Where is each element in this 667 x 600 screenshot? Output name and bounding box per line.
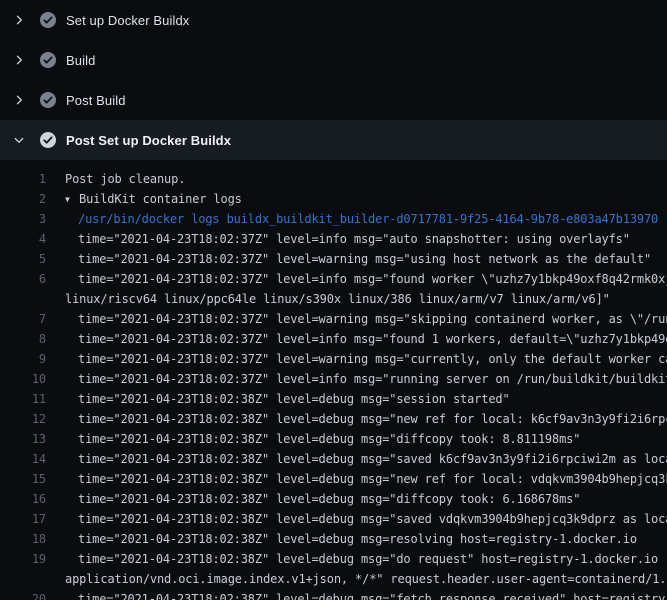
log-line-number[interactable]: 20 — [0, 592, 46, 600]
log-line: 4 time="2021-04-23T18:02:37Z" level=info… — [0, 229, 667, 249]
steps-list: Set up Docker Buildx Build Post Build Po… — [0, 0, 667, 160]
log-line: 9 time="2021-04-23T18:02:37Z" level=warn… — [0, 349, 667, 369]
log-line-text: time="2021-04-23T18:02:38Z" level=debug … — [46, 472, 667, 486]
check-circle-icon — [39, 51, 57, 69]
log-line-text: ▼BuildKit container logs — [46, 192, 242, 206]
log-line-text: linux/riscv64 linux/ppc64le linux/s390x … — [46, 292, 610, 306]
log-line-number[interactable]: 13 — [0, 432, 46, 446]
check-circle-icon — [39, 11, 57, 29]
log-line-text: application/vnd.oci.image.index.v1+json,… — [46, 572, 667, 586]
log-line: 15 time="2021-04-23T18:02:38Z" level=deb… — [0, 469, 667, 489]
chevron-right-icon[interactable] — [13, 14, 25, 26]
step-row[interactable]: Post Set up Docker Buildx — [0, 120, 667, 160]
log-line-text: time="2021-04-23T18:02:38Z" level=debug … — [46, 392, 510, 406]
log-line-text: time="2021-04-23T18:02:38Z" level=debug … — [46, 432, 580, 446]
log-line-text: time="2021-04-23T18:02:38Z" level=debug … — [46, 552, 667, 566]
step-title: Set up Docker Buildx — [66, 13, 189, 28]
step-row[interactable]: Build — [0, 40, 667, 80]
log-line-number[interactable]: 9 — [0, 352, 46, 366]
check-circle-icon — [39, 91, 57, 109]
log-line-text: time="2021-04-23T18:02:38Z" level=debug … — [46, 492, 580, 506]
log-line: 17 time="2021-04-23T18:02:38Z" level=deb… — [0, 509, 667, 529]
log-line: linux/riscv64 linux/ppc64le linux/s390x … — [0, 289, 667, 309]
check-circle-icon — [39, 131, 57, 149]
step-title: Post Set up Docker Buildx — [66, 133, 231, 148]
log-line-number[interactable]: 19 — [0, 552, 46, 566]
log-line: 7 time="2021-04-23T18:02:37Z" level=warn… — [0, 309, 667, 329]
log-line: application/vnd.oci.image.index.v1+json,… — [0, 569, 667, 589]
log-line-text: time="2021-04-23T18:02:37Z" level=warnin… — [46, 252, 651, 266]
log-line-text: time="2021-04-23T18:02:38Z" level=debug … — [46, 412, 667, 426]
log-line-text: time="2021-04-23T18:02:37Z" level=info m… — [46, 332, 667, 346]
log-line-number[interactable]: 17 — [0, 512, 46, 526]
log-line: 18 time="2021-04-23T18:02:38Z" level=deb… — [0, 529, 667, 549]
log-line-number[interactable]: 14 — [0, 452, 46, 466]
log-line: 20 time="2021-04-23T18:02:38Z" level=deb… — [0, 589, 667, 600]
log-line-number[interactable]: 2 — [0, 192, 46, 206]
log-line-number[interactable]: 10 — [0, 372, 46, 386]
log-line: 14 time="2021-04-23T18:02:38Z" level=deb… — [0, 449, 667, 469]
log-line: 1 Post job cleanup. — [0, 169, 667, 189]
log-line: 19 time="2021-04-23T18:02:38Z" level=deb… — [0, 549, 667, 569]
log-line-number[interactable]: 16 — [0, 492, 46, 506]
log-line-text: Post job cleanup. — [46, 172, 185, 186]
log-line-text: time="2021-04-23T18:02:37Z" level=warnin… — [46, 352, 667, 366]
log-line-number[interactable]: 5 — [0, 252, 46, 266]
log-line-text: time="2021-04-23T18:02:37Z" level=info m… — [46, 372, 667, 386]
log-line-number[interactable]: 11 — [0, 392, 46, 406]
log-line: 2 ▼BuildKit container logs — [0, 189, 667, 209]
log-line-number[interactable]: 12 — [0, 412, 46, 426]
chevron-right-icon[interactable] — [13, 94, 25, 106]
log-line-number[interactable]: 6 — [0, 272, 46, 286]
log-line-text: time="2021-04-23T18:02:37Z" level=info m… — [46, 272, 667, 286]
log-line-text: time="2021-04-23T18:02:38Z" level=debug … — [46, 512, 667, 526]
log-line-number[interactable]: 18 — [0, 532, 46, 546]
log-line: 16 time="2021-04-23T18:02:38Z" level=deb… — [0, 489, 667, 509]
log-line-text: time="2021-04-23T18:02:38Z" level=debug … — [46, 452, 667, 466]
triangle-down-icon[interactable]: ▼ — [65, 195, 79, 204]
log-line-number[interactable]: 1 — [0, 172, 46, 186]
step-row[interactable]: Set up Docker Buildx — [0, 0, 667, 40]
log-line: 3 /usr/bin/docker logs buildx_buildkit_b… — [0, 209, 667, 229]
log-line: 6 time="2021-04-23T18:02:37Z" level=info… — [0, 269, 667, 289]
log-line-number[interactable]: 4 — [0, 232, 46, 246]
step-title: Post Build — [66, 93, 126, 108]
log-line-text: time="2021-04-23T18:02:38Z" level=debug … — [46, 532, 637, 546]
log-line: 10 time="2021-04-23T18:02:37Z" level=inf… — [0, 369, 667, 389]
log-line: 5 time="2021-04-23T18:02:37Z" level=warn… — [0, 249, 667, 269]
log-line-text: time="2021-04-23T18:02:37Z" level=warnin… — [46, 312, 667, 326]
log-line: 12 time="2021-04-23T18:02:38Z" level=deb… — [0, 409, 667, 429]
step-row[interactable]: Post Build — [0, 80, 667, 120]
log-line-number[interactable]: 7 — [0, 312, 46, 326]
chevron-down-icon[interactable] — [13, 134, 25, 146]
log-view: 1 Post job cleanup. 2 ▼BuildKit containe… — [0, 160, 667, 600]
log-line-text: time="2021-04-23T18:02:38Z" level=debug … — [46, 592, 667, 600]
log-line: 8 time="2021-04-23T18:02:37Z" level=info… — [0, 329, 667, 349]
log-line-text: /usr/bin/docker logs buildx_buildkit_bui… — [46, 212, 658, 226]
log-line-number[interactable]: 15 — [0, 472, 46, 486]
log-line-number[interactable]: 3 — [0, 212, 46, 226]
chevron-right-icon[interactable] — [13, 54, 25, 66]
log-line: 11 time="2021-04-23T18:02:38Z" level=deb… — [0, 389, 667, 409]
log-line-text: time="2021-04-23T18:02:37Z" level=info m… — [46, 232, 630, 246]
step-title: Build — [66, 53, 95, 68]
log-line-number[interactable]: 8 — [0, 332, 46, 346]
log-line: 13 time="2021-04-23T18:02:38Z" level=deb… — [0, 429, 667, 449]
